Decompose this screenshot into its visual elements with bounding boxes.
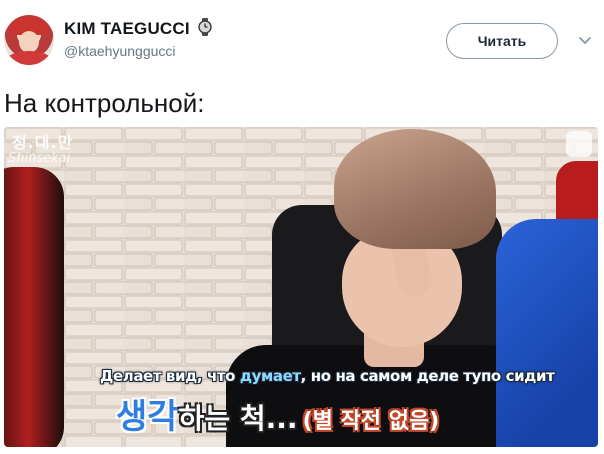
chevron-down-icon[interactable] — [578, 36, 592, 46]
watermark-sub: Shinsekai — [8, 151, 71, 166]
tweet-text: На контрольной: — [4, 88, 205, 118]
blue-jacket-right — [496, 219, 598, 447]
broadcaster-logo — [566, 131, 592, 157]
tweet-media-image[interactable]: 정.대.만 Shinsekai Делает вид, что думает, … — [4, 127, 598, 447]
korean-subtitle-main: 생각 — [116, 397, 179, 437]
subtitle-highlight: думает — [239, 367, 301, 385]
person-hair — [334, 129, 496, 249]
avatar[interactable] — [4, 15, 54, 65]
watch-icon — [198, 18, 212, 36]
russian-subtitle: Делает вид, что думает, но на самом деле… — [100, 367, 555, 385]
watermark: 정.대.만 — [12, 133, 74, 152]
tweet-header: KIM TAEGUCCI @ktaehyunggucci Читать — [0, 0, 604, 80]
subtitle-part-2: , но на самом деле тупо сидит — [300, 367, 555, 385]
follow-button[interactable]: Читать — [446, 23, 558, 59]
red-chair-left — [4, 167, 64, 447]
display-name[interactable]: KIM TAEGUCCI — [64, 19, 190, 39]
korean-subtitle-rest: 하는 척... — [178, 402, 298, 435]
subtitle-part-1: Делает вид, что — [100, 367, 240, 385]
user-handle[interactable]: @ktaehyunggucci — [64, 43, 212, 59]
korean-subtitle-paren: (별 작전 없음) — [302, 409, 440, 434]
user-names: KIM TAEGUCCI @ktaehyunggucci — [64, 18, 212, 59]
korean-subtitle: 생각하는 척... (별 작전 없음) — [116, 389, 439, 438]
